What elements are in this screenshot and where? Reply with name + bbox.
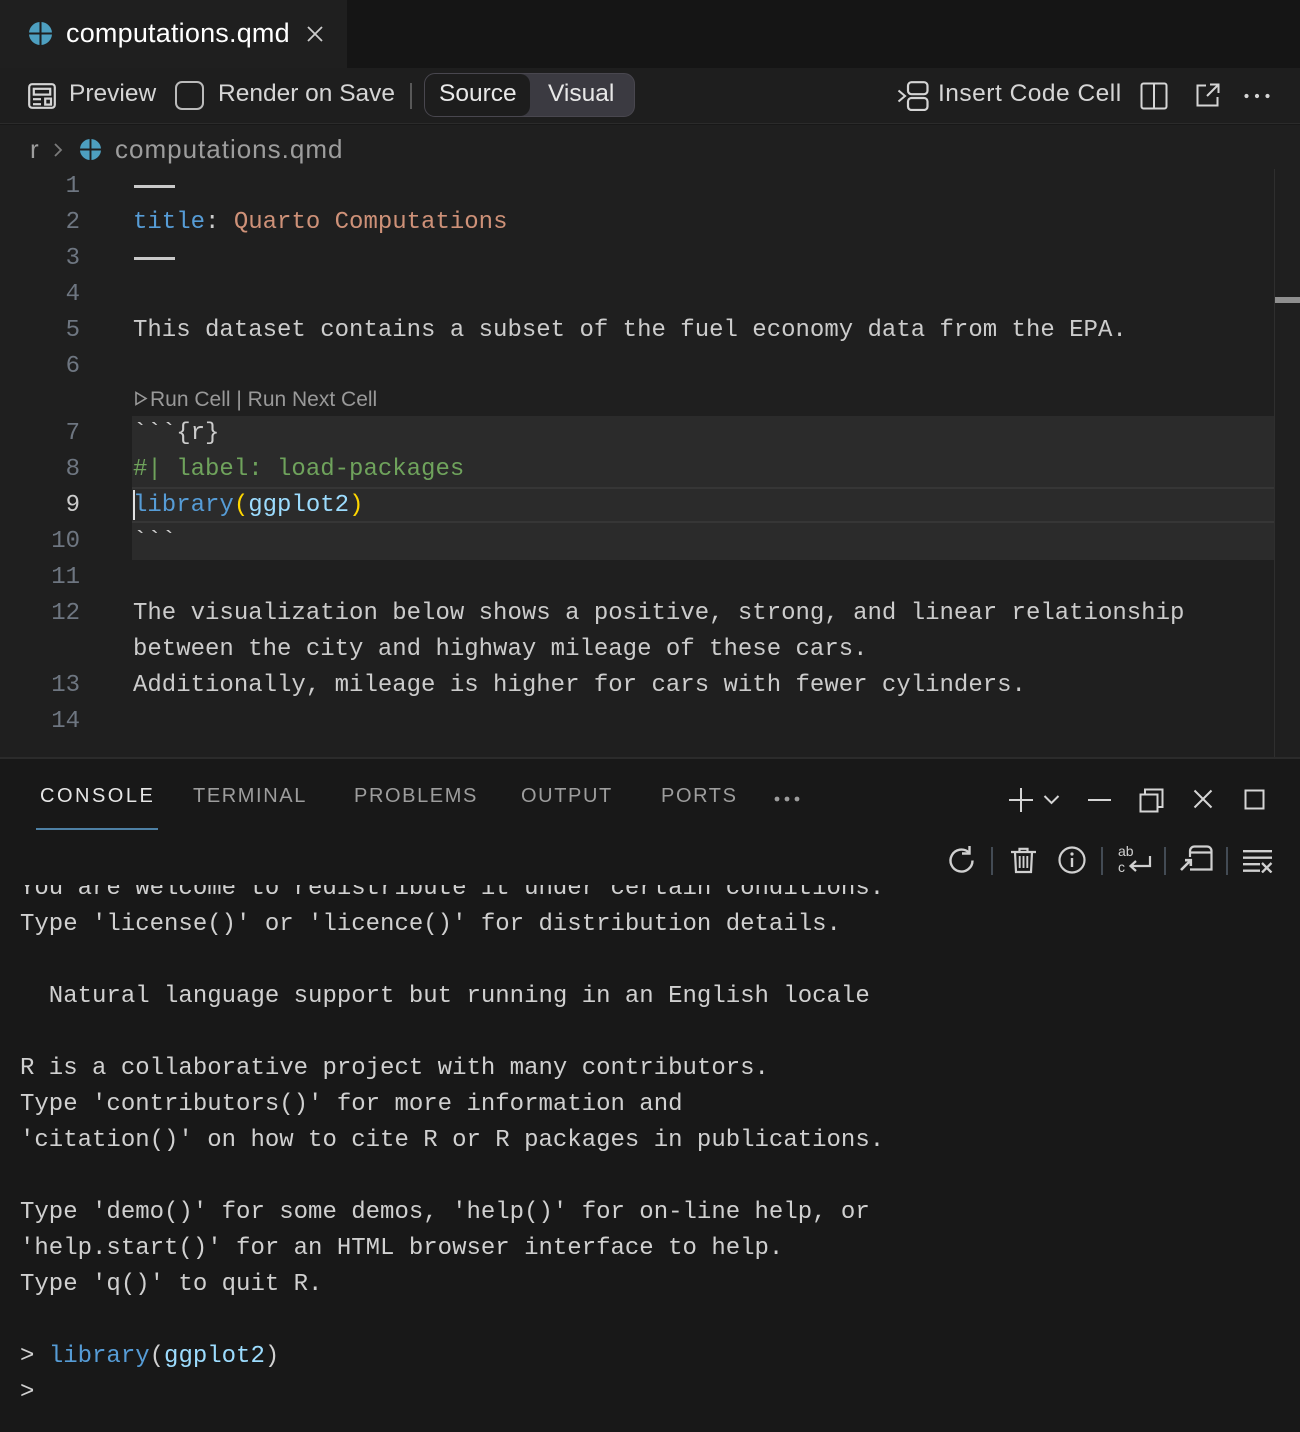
svg-text:ab: ab: [1118, 844, 1134, 859]
svg-text:c: c: [1118, 859, 1125, 875]
